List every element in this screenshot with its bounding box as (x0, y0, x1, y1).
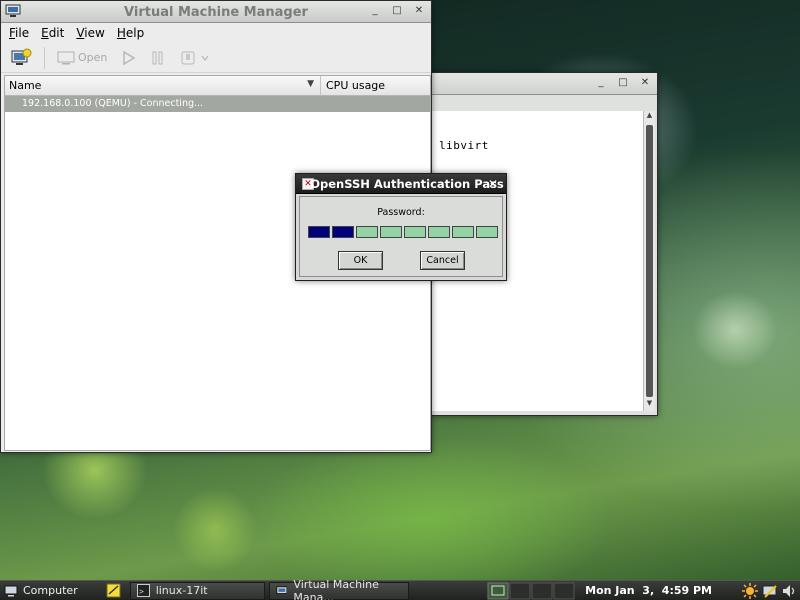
password-cell-empty (452, 226, 474, 238)
connection-name: 192.168.0.100 (QEMU) - Connecting... (22, 98, 204, 109)
clock[interactable]: Mon Jan 3, 4:59 PM (585, 584, 712, 597)
workspace-pager-icon (487, 582, 575, 599)
terminal-text: libvirt (439, 139, 489, 152)
vmm-icon (276, 585, 287, 594)
menu-view[interactable]: View (70, 26, 110, 40)
dialog-body: Password: OK Cancel (299, 196, 503, 277)
network-icon[interactable] (762, 583, 778, 599)
system-tray (738, 582, 800, 600)
menu-edit[interactable]: Edit (35, 26, 70, 40)
menu-help[interactable]: Help (111, 26, 150, 40)
shutdown-icon (181, 51, 195, 64)
close-icon[interactable]: ✕ (488, 177, 498, 191)
scroll-down-arrow-icon[interactable]: ▼ (644, 399, 655, 411)
chevron-down-icon[interactable] (200, 53, 210, 63)
dialog-title: OpenSSH Authentication Pass (310, 177, 504, 191)
play-icon (123, 50, 136, 65)
minimize-button[interactable]: _ (369, 4, 381, 18)
close-button[interactable]: ✕ (639, 76, 651, 90)
menu-file[interactable]: File (3, 26, 35, 40)
password-cell-empty (428, 226, 450, 238)
password-cell-empty (404, 226, 426, 238)
maximize-button[interactable]: □ (391, 4, 403, 18)
password-cell-empty (380, 226, 402, 238)
column-header-cpu-usage[interactable]: CPU usage (321, 76, 390, 95)
workspace-switcher[interactable] (483, 582, 579, 600)
password-cell-empty (476, 226, 498, 238)
taskbar: Computer > linux-17it Virtual Machine Ma… (0, 578, 800, 600)
column-header-name[interactable]: Name ▼ (5, 76, 321, 95)
notes-launcher[interactable] (102, 582, 126, 600)
terminal-scrollbar[interactable]: ▲ ▼ (643, 111, 655, 411)
computer-menu[interactable]: Computer (0, 582, 82, 600)
maximize-button[interactable]: □ (617, 76, 629, 90)
toolbar: Open (1, 43, 431, 73)
weather-sun-icon[interactable] (742, 582, 758, 599)
scrollbar-thumb[interactable] (646, 125, 653, 397)
vmm-titlebar[interactable]: Virtual Machine Manager _ □ ✕ (1, 1, 431, 23)
run-button[interactable] (116, 46, 140, 70)
close-button[interactable]: ✕ (413, 4, 425, 18)
password-strength-indicator[interactable] (308, 226, 498, 238)
task-virtual-machine-manager[interactable]: Virtual Machine Mana... (268, 578, 409, 600)
minimize-button[interactable]: _ (595, 76, 607, 90)
task-linux-17it[interactable]: > linux-17it (129, 581, 265, 600)
password-cell-filled (308, 226, 330, 238)
pause-button[interactable] (146, 46, 170, 70)
new-vm-icon (11, 48, 32, 65)
scroll-up-arrow-icon[interactable]: ▲ (644, 111, 655, 123)
open-label: Open (78, 51, 108, 64)
sort-chevron-icon[interactable]: ▼ (307, 79, 314, 89)
password-cell-empty (356, 226, 378, 238)
menubar: File Edit View Help (1, 23, 431, 43)
svg-text:>: > (139, 587, 144, 596)
new-vm-button[interactable] (7, 46, 35, 70)
password-cell-filled (332, 226, 354, 238)
shutdown-button[interactable] (176, 46, 213, 70)
list-item[interactable]: 192.168.0.100 (QEMU) - Connecting... (5, 96, 430, 112)
toolbar-separator (44, 46, 45, 69)
window-title: Virtual Machine Manager (124, 5, 308, 20)
password-label: Password: (377, 207, 425, 218)
ok-button[interactable]: OK (338, 251, 383, 270)
notes-icon (106, 583, 121, 598)
ssh-auth-dialog[interactable]: ✕ OpenSSH Authentication Pass ✕ Password… (295, 173, 507, 281)
pause-icon (152, 51, 163, 64)
monitor-icon (57, 51, 75, 64)
dialog-titlebar[interactable]: ✕ OpenSSH Authentication Pass ✕ (296, 174, 506, 194)
list-header: Name ▼ CPU usage (5, 76, 430, 96)
computer-icon (4, 585, 18, 596)
terminal-icon: > (136, 584, 150, 597)
open-button[interactable]: Open (54, 46, 110, 70)
volume-icon[interactable] (782, 584, 796, 598)
cancel-button[interactable]: Cancel (420, 251, 465, 270)
